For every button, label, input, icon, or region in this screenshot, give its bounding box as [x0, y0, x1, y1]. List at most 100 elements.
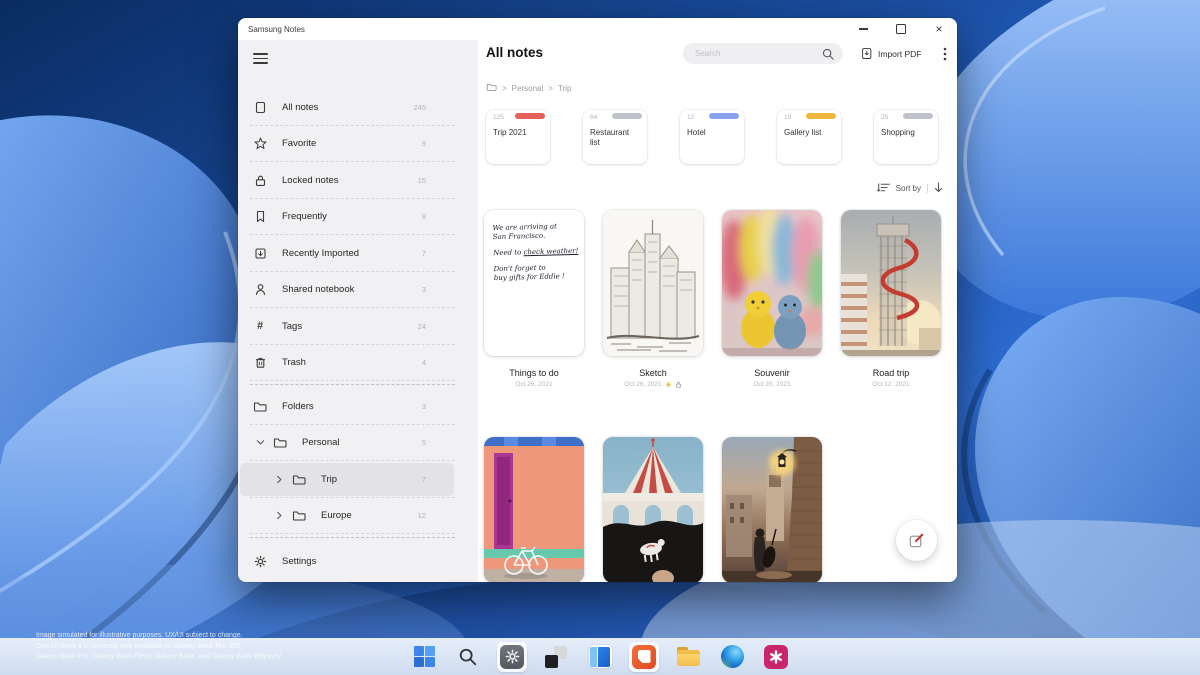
taskbar-samsung-flower-app-button[interactable]	[761, 642, 791, 672]
desktop: Samsung Notes × All notes 245 Favorite 9…	[0, 0, 1200, 675]
sidebar-divider	[250, 537, 455, 538]
sidebar-item-tags[interactable]: # Tags 24	[238, 308, 478, 345]
note-date: Oct 26, 2021	[603, 381, 703, 388]
road-trip-thumbnail	[841, 210, 941, 356]
handwritten-note-content: We are arriving at San Francisco. Need t…	[492, 222, 579, 283]
sidebar: All notes 245 Favorite 9 Locked notes 15	[238, 40, 478, 582]
chevron-right-icon[interactable]	[274, 511, 284, 521]
note-card[interactable]	[484, 437, 584, 582]
import-pdf-label: Import PDF	[878, 49, 922, 59]
star-icon	[253, 137, 267, 151]
overlapping-squares-icon	[545, 645, 567, 668]
blue-window-icon	[588, 645, 612, 668]
breadcrumb-current[interactable]: Trip	[558, 84, 571, 93]
hamburger-menu-button[interactable]	[253, 53, 268, 64]
note-card[interactable]	[603, 210, 703, 356]
sidebar-item-settings[interactable]: Settings	[238, 543, 478, 579]
breadcrumb-parent[interactable]: Personal	[512, 84, 544, 93]
note-sketch: Sketch Oct 26, 2021	[603, 210, 703, 388]
sidebar-folder-europe[interactable]: Europe 12	[238, 498, 478, 535]
breadcrumb: > Personal > Trip	[486, 82, 571, 94]
taskbar-gear-app-button[interactable]	[497, 641, 527, 672]
folder-icon	[253, 399, 267, 413]
sort-control[interactable]: Sort by	[876, 182, 943, 195]
carousel-thumbnail	[603, 437, 703, 582]
note-card[interactable]	[722, 437, 822, 582]
sort-label: Sort by	[895, 184, 921, 193]
sidebar-item-frequently[interactable]: Frequently 8	[238, 199, 478, 236]
taskbar-snip-app-button[interactable]	[541, 642, 571, 672]
samsung-notes-window: Samsung Notes × All notes 245 Favorite 9…	[238, 18, 957, 582]
page-title: All notes	[486, 45, 544, 60]
minimize-button[interactable]	[857, 23, 869, 35]
note-date: Oct 12, 2021	[872, 381, 910, 388]
new-note-button[interactable]	[896, 520, 937, 561]
sidebar-item-shared-notebook[interactable]: Shared notebook 3	[238, 272, 478, 309]
folder-icon	[273, 436, 287, 450]
taskbar-file-explorer-button[interactable]	[673, 642, 703, 672]
item-count: 12	[417, 511, 426, 521]
note-photo-bicycle	[484, 437, 584, 582]
sidebar-item-locked-notes[interactable]: Locked notes 15	[238, 162, 478, 199]
folder-tab	[806, 113, 836, 119]
sidebar-nav: All notes 245 Favorite 9 Locked notes 15	[238, 89, 478, 381]
taskbar-blue-window-app-button[interactable]	[585, 642, 615, 672]
note-card[interactable]	[722, 210, 822, 356]
window-titlebar[interactable]: Samsung Notes ×	[238, 18, 957, 40]
note-card[interactable]	[603, 437, 703, 582]
folder-card-restaurant-list[interactable]: 64 Restaurant list	[583, 110, 647, 164]
folder-tab	[515, 113, 545, 119]
close-icon: ×	[935, 22, 943, 36]
search-box[interactable]	[683, 43, 843, 64]
lock-icon	[675, 381, 681, 388]
taskbar-edge-button[interactable]	[717, 642, 747, 672]
folder-cards-row: 125 Trip 2021 64 Restaurant list 12 Hote…	[486, 110, 938, 164]
import-pdf-button[interactable]: Import PDF	[860, 46, 921, 62]
sidebar-folder-tree: Folders 3 Personal 5 Trip 7 Europe 12	[238, 388, 478, 534]
sidebar-item-all-notes[interactable]: All notes 245	[238, 89, 478, 126]
note-title: Sketch	[639, 368, 667, 378]
search-icon[interactable]	[822, 48, 834, 60]
note-date: Oct 20, 2021	[753, 381, 791, 388]
folder-card-gallery-list[interactable]: 19 Gallery list	[777, 110, 841, 164]
samsung-notes-icon	[632, 644, 656, 669]
note-title: Road trip	[872, 368, 910, 378]
chevron-down-icon[interactable]	[255, 438, 265, 448]
search-input[interactable]	[683, 48, 822, 59]
sidebar-folder-trip[interactable]: Trip 7	[238, 461, 478, 498]
sidebar-folder-personal[interactable]: Personal 5	[238, 425, 478, 462]
more-options-button[interactable]	[943, 47, 947, 61]
item-count: 5	[421, 438, 426, 448]
search-icon	[459, 648, 477, 665]
maximize-button[interactable]	[895, 23, 907, 35]
folder-card-hotel[interactable]: 12 Hotel	[680, 110, 744, 164]
item-count: 3	[421, 285, 426, 295]
folder-card-trip-2021[interactable]: 125 Trip 2021	[486, 110, 550, 164]
item-count: 4	[421, 358, 426, 368]
sidebar-item-recently-imported[interactable]: Recently Imported 7	[238, 235, 478, 272]
note-road-trip: Road trip Oct 12, 2021	[841, 210, 941, 388]
note-card[interactable]	[841, 210, 941, 356]
sidebar-item-folders[interactable]: Folders 3	[238, 388, 478, 425]
sidebar-divider	[250, 384, 455, 385]
folder-card-shopping[interactable]: 25 Shopping	[874, 110, 938, 164]
taskbar-start-button[interactable]	[409, 642, 439, 672]
item-count: 7	[421, 248, 426, 258]
taskbar-search-button[interactable]	[453, 642, 483, 672]
sidebar-item-trash[interactable]: Trash 4	[238, 345, 478, 382]
close-button[interactable]: ×	[933, 23, 945, 35]
maximize-icon	[896, 24, 906, 34]
trash-icon	[253, 356, 267, 370]
taskbar-samsung-notes-button[interactable]	[629, 641, 659, 672]
item-count: 15	[417, 175, 426, 185]
import-icon	[253, 246, 267, 260]
gear-icon	[253, 554, 267, 568]
note-souvenir: Souvenir Oct 20, 2021	[722, 210, 822, 388]
disclaimer-text: Image simulated for illustrative purpose…	[36, 632, 283, 660]
note-card[interactable]: We are arriving at San Francisco. Need t…	[484, 210, 584, 356]
breadcrumb-folder-icon	[486, 82, 497, 94]
chevron-right-icon[interactable]	[274, 474, 284, 484]
item-count: 3	[421, 401, 426, 411]
sidebar-item-favorite[interactable]: Favorite 9	[238, 126, 478, 163]
sort-direction-arrow-icon[interactable]	[934, 182, 943, 195]
